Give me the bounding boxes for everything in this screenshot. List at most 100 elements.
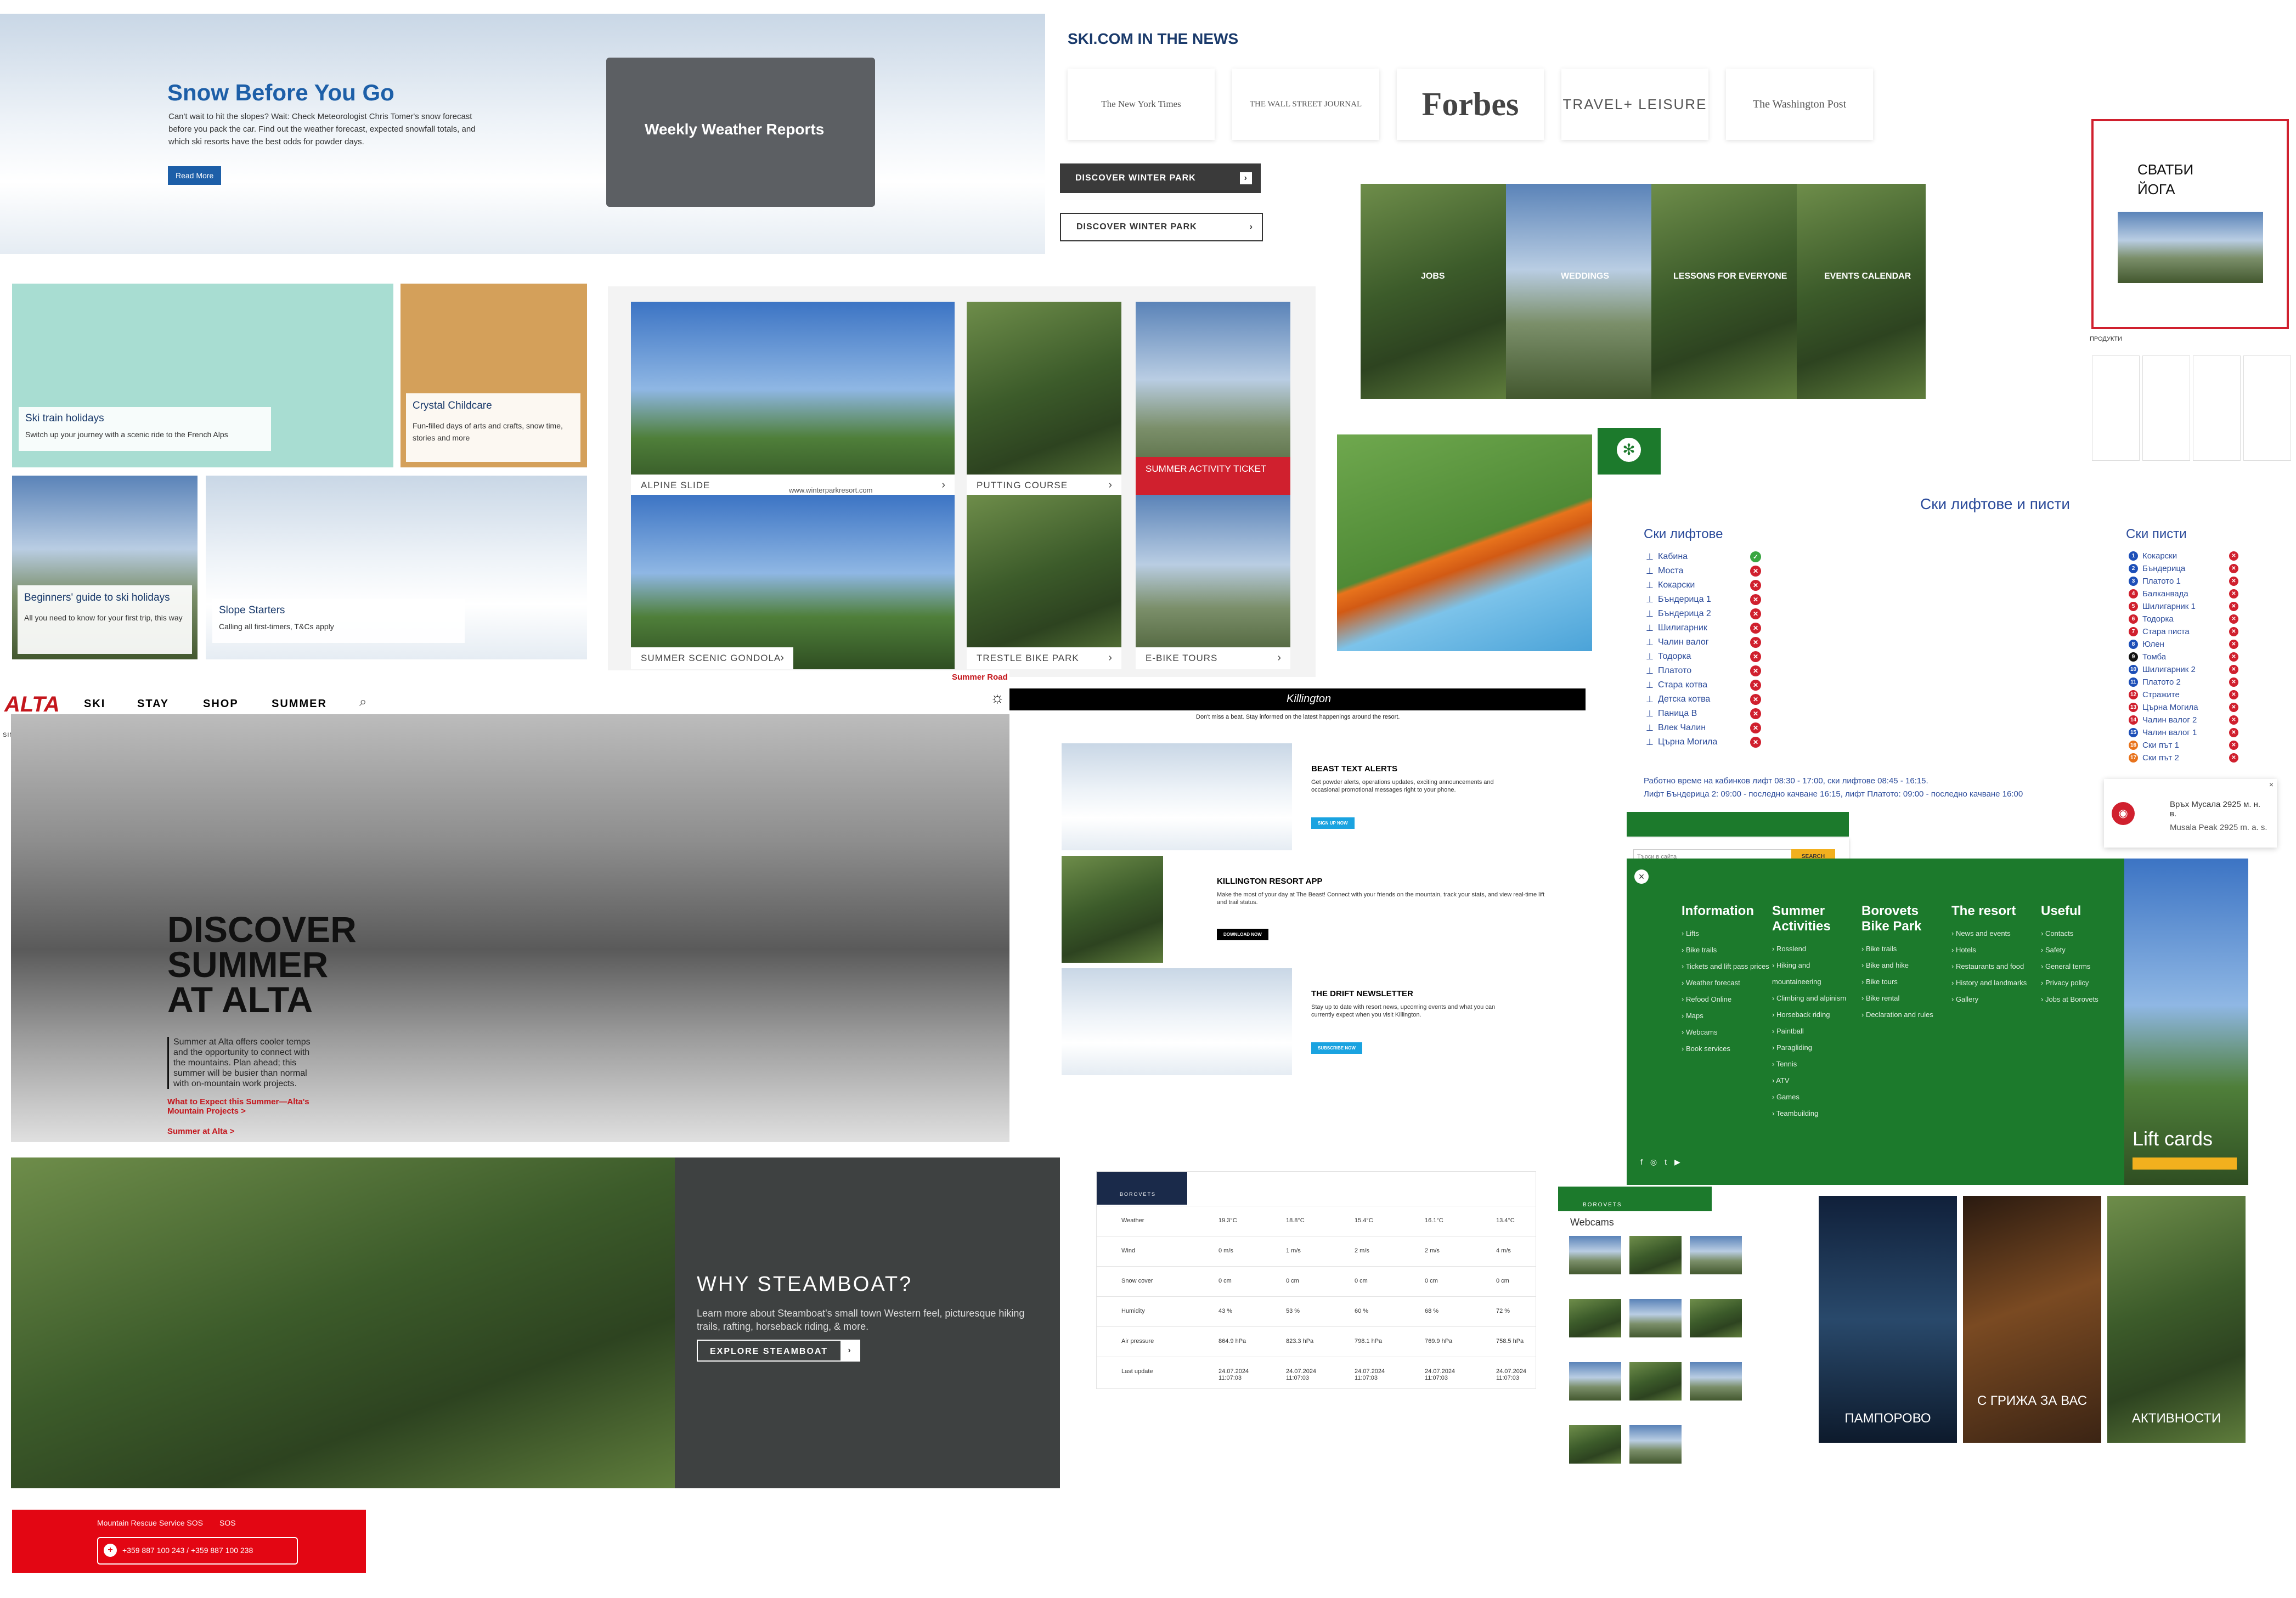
chevron-right-icon: › — [1249, 222, 1253, 231]
footer-link[interactable]: › Bike and hike — [1861, 957, 1944, 974]
youtube-icon[interactable]: ▶ — [1674, 1157, 1688, 1166]
run-number-badge: 5 — [2129, 602, 2138, 611]
product-item[interactable] — [2092, 355, 2140, 461]
instagram-icon[interactable]: ◎ — [1650, 1157, 1665, 1166]
lift-cards-button[interactable] — [2133, 1157, 2237, 1170]
putting-course-tile[interactable]: PUTTING COURSE › — [967, 302, 1121, 496]
nav-stay[interactable]: STAY — [137, 698, 169, 710]
footer-link[interactable]: › Webcams — [1682, 1024, 1769, 1041]
pamporovo-tile[interactable]: ПАМПОРОВО — [1819, 1196, 1957, 1443]
webcam-thumb[interactable] — [1569, 1425, 1621, 1464]
close-icon: ✕ — [1750, 722, 1761, 733]
summer-road-label[interactable]: Summer Road — [952, 673, 1008, 682]
read-more-button[interactable]: Read More — [168, 166, 222, 185]
webcam-thumb[interactable] — [1629, 1362, 1682, 1401]
facebook-icon[interactable]: f — [1640, 1157, 1650, 1166]
footer-link[interactable]: › Bike tours — [1861, 974, 1944, 990]
footer-link[interactable]: › General terms — [2041, 958, 2123, 975]
alta-summer-link[interactable]: Summer at Alta > — [167, 1127, 234, 1136]
summer-activity-ticket-tile[interactable]: SUMMER ACTIVITY TICKET — [1136, 302, 1290, 496]
e-bike-tours-tile[interactable]: E-BIKE TOURS › — [1136, 495, 1290, 669]
lessons-tile[interactable]: LESSONS FOR EVERYONE — [1651, 184, 1797, 399]
product-item[interactable] — [2142, 355, 2190, 461]
footer-link[interactable]: › Restaurants and food — [1951, 958, 2034, 975]
alpine-slide-tile[interactable]: ALPINE SLIDE › — [631, 302, 955, 496]
product-item[interactable] — [2243, 355, 2291, 461]
footer-link[interactable]: › History and landmarks — [1951, 975, 2034, 991]
webcam-thumb[interactable] — [1690, 1299, 1742, 1337]
sign-up-button[interactable]: SIGN UP NOW — [1311, 817, 1355, 829]
webcam-thumb[interactable] — [1690, 1362, 1742, 1401]
summer-scenic-gondola-tile[interactable]: SUMMER SCENIC GONDOLA › — [631, 495, 955, 669]
close-icon[interactable]: × — [1634, 869, 1649, 884]
footer-link[interactable]: › Gallery — [1951, 991, 2034, 1008]
footer-link[interactable]: › Refood Online — [1682, 991, 1769, 1008]
discover-winter-park-outline-button[interactable]: DISCOVER WINTER PARK › — [1060, 213, 1263, 241]
killington-header: Killington — [1009, 688, 1586, 710]
product-item[interactable] — [2193, 355, 2241, 461]
footer-link[interactable]: › Privacy policy — [2041, 975, 2123, 991]
rescue-phone-box[interactable]: + +359 887 100 243 / +359 887 100 238 — [97, 1537, 298, 1565]
killington-logo[interactable]: Killington — [1287, 693, 1331, 705]
footer-link[interactable]: › Tennis — [1772, 1056, 1854, 1072]
footer-link[interactable]: › Jobs at Borovets — [2041, 991, 2123, 1008]
footer-link[interactable]: › Maps — [1682, 1008, 1769, 1024]
webcam-thumb[interactable] — [1569, 1299, 1621, 1337]
jobs-tile[interactable]: JOBS — [1361, 184, 1506, 399]
footer-link[interactable]: › Lifts — [1682, 925, 1769, 942]
footer-link[interactable]: › Contacts — [2041, 925, 2123, 942]
footer-link[interactable]: › Hotels — [1951, 942, 2034, 958]
chairlift-icon: ⊥ — [1646, 595, 1654, 605]
nav-shop[interactable]: SHOP — [203, 698, 239, 710]
footer-link[interactable]: › Paintball — [1772, 1023, 1854, 1040]
footer-link[interactable]: › Book services — [1682, 1041, 1769, 1057]
explore-steamboat-button[interactable]: EXPLORE STEAMBOAT › — [697, 1340, 860, 1362]
footer-link[interactable]: › Bike rental — [1861, 990, 1944, 1007]
footer-link[interactable]: › Tickets and lift pass prices — [1682, 958, 1769, 975]
slope-starters-tile[interactable]: Slope Starters Calling all first-timers,… — [206, 476, 587, 659]
care-tile[interactable]: С ГРИЖА ЗА ВАС — [1963, 1196, 2101, 1443]
footer-link[interactable]: › Climbing and alpinism — [1772, 990, 1854, 1007]
nav-ski[interactable]: SKI — [84, 698, 105, 710]
footer-link[interactable]: › ATV — [1772, 1072, 1854, 1089]
footer-link[interactable]: › Horseback riding — [1772, 1007, 1854, 1023]
close-icon[interactable]: × — [2269, 780, 2274, 789]
footer-link[interactable]: › Declaration and rules — [1861, 1007, 1944, 1023]
footer-link[interactable]: › Games — [1772, 1089, 1854, 1105]
webcam-thumb[interactable] — [1629, 1425, 1682, 1464]
logo-wall-street-journal: THE WALL STREET JOURNAL — [1232, 69, 1379, 140]
run-number-badge: 2 — [2129, 564, 2138, 573]
footer-link[interactable]: › Safety — [2041, 942, 2123, 958]
footer-link[interactable]: › Rosslend — [1772, 941, 1854, 957]
alta-logo[interactable]: ALTA — [4, 692, 60, 717]
webcam-thumb[interactable] — [1569, 1362, 1621, 1401]
activities-tile[interactable]: АКТИВНОСТИ — [2107, 1196, 2246, 1443]
weekly-weather-card[interactable]: Weekly Weather Reports — [606, 58, 875, 207]
weddings-yoga-card[interactable]: СВАТБИ ЙОГА — [2091, 119, 2289, 329]
events-tile[interactable]: EVENTS CALENDAR — [1797, 184, 1926, 399]
download-button[interactable]: DOWNLOAD NOW — [1217, 929, 1268, 940]
trestle-bike-park-tile[interactable]: TRESTLE BIKE PARK › — [967, 495, 1121, 669]
search-icon[interactable]: ⌕ — [359, 694, 366, 710]
footer-link[interactable]: › News and events — [1951, 925, 2034, 942]
alta-projects-link[interactable]: What to Expect this Summer—Alta's Mounta… — [167, 1097, 332, 1116]
footer-link[interactable]: › Bike trails — [1682, 942, 1769, 958]
webcam-thumb[interactable] — [1690, 1236, 1742, 1274]
weddings-tile[interactable]: WEDDINGS — [1506, 184, 1651, 399]
webcam-thumb[interactable] — [1629, 1299, 1682, 1337]
crystal-childcare-tile[interactable]: Crystal Childcare Fun-filled days of art… — [400, 284, 587, 467]
webcam-thumb[interactable] — [1629, 1236, 1682, 1274]
footer-link[interactable]: › Teambuilding — [1772, 1105, 1854, 1122]
footer-link[interactable]: › Paragliding — [1772, 1040, 1854, 1056]
webcam-thumb[interactable] — [1569, 1236, 1621, 1274]
footer-link[interactable]: › Weather forecast — [1682, 975, 1769, 991]
ski-train-tile[interactable]: Ski train holidays Switch up your journe… — [12, 284, 393, 467]
twitter-icon[interactable]: t — [1665, 1157, 1674, 1166]
beginners-guide-tile[interactable]: Beginners' guide to ski holidays All you… — [12, 476, 198, 659]
lift-cards-panel[interactable]: Lift cards — [2124, 859, 2248, 1185]
nav-summer[interactable]: SUMMER — [272, 698, 327, 710]
discover-winter-park-button[interactable]: DISCOVER WINTER PARK › — [1060, 163, 1261, 193]
footer-link[interactable]: › Hiking and mountaineering — [1772, 957, 1854, 990]
footer-link[interactable]: › Bike trails — [1861, 941, 1944, 957]
subscribe-button[interactable]: SUBSCRIBE NOW — [1311, 1042, 1362, 1054]
